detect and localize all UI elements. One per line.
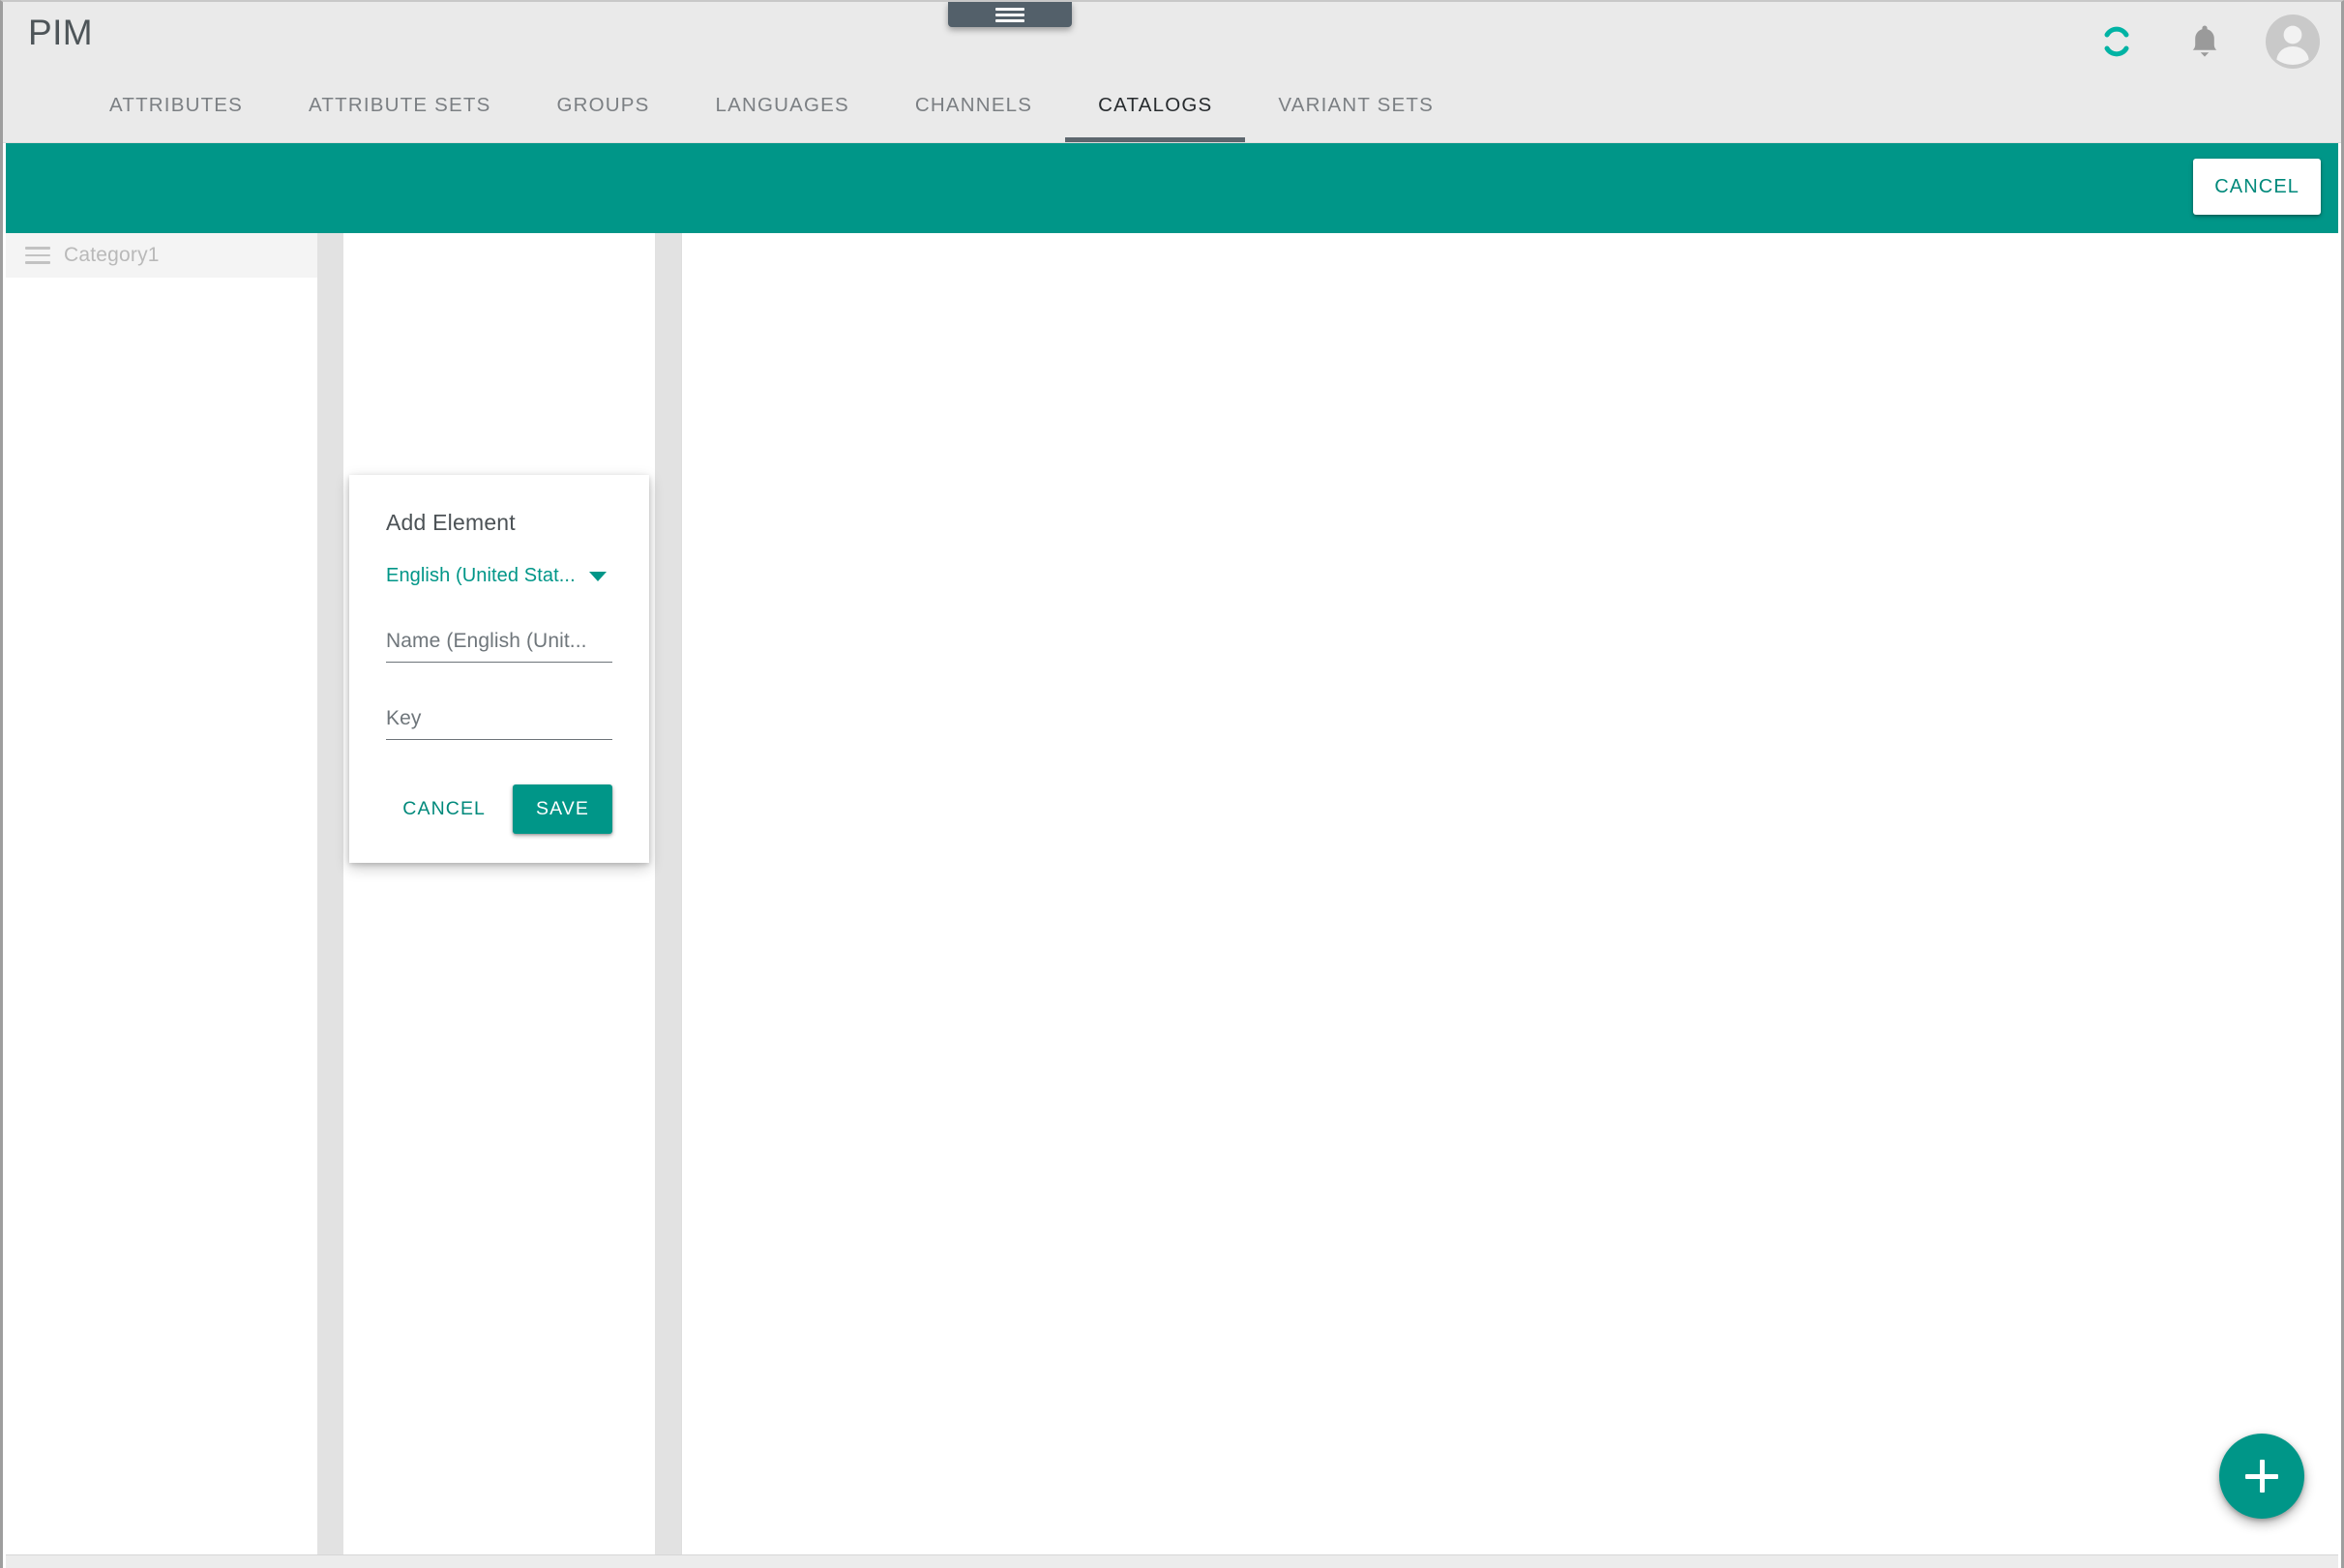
tab-label: ATTRIBUTES (109, 94, 244, 116)
detail-canvas (681, 233, 2338, 1555)
tab-catalogs[interactable]: CATALOGS (1065, 77, 1246, 142)
key-input[interactable] (386, 707, 612, 740)
plus-icon-vertical (2259, 1460, 2265, 1493)
notifications-bell-icon (2192, 25, 2217, 57)
notifications-button[interactable] (2178, 15, 2232, 69)
app-title: PIM (28, 13, 93, 52)
dialog-title: Add Element (386, 510, 516, 535)
drag-handle-icon[interactable] (25, 242, 50, 269)
user-avatar-button[interactable] (2266, 15, 2320, 69)
hamburger-handle-icon (995, 5, 1024, 25)
name-input[interactable] (386, 630, 612, 663)
tab-label: CATALOGS (1098, 94, 1213, 116)
add-catalog-fab[interactable] (2219, 1434, 2304, 1519)
name-field-wrapper (386, 630, 612, 663)
element-panel-scroll-rail[interactable] (655, 233, 681, 1555)
cancel-button[interactable]: CANCEL (2193, 159, 2321, 215)
user-avatar (2266, 15, 2320, 69)
tab-label: VARIANT SETS (1278, 94, 1434, 116)
window-drag-handle[interactable] (948, 2, 1072, 27)
tree-item-label: Category1 (64, 244, 160, 266)
add-element-dialog: Add Element English (United Stat... CANC… (349, 475, 649, 863)
sync-spinner-icon (2104, 26, 2129, 57)
tab-attribute-sets[interactable]: ATTRIBUTE SETS (276, 77, 523, 142)
tab-groups[interactable]: GROUPS (523, 77, 682, 142)
tab-label: CHANNELS (914, 94, 1033, 116)
language-select-value: English (United Stat... (386, 565, 576, 586)
action-bar: CANCEL (6, 143, 2338, 233)
dialog-cancel-button[interactable]: CANCEL (387, 784, 501, 834)
tab-label: ATTRIBUTE SETS (309, 94, 491, 116)
main-tab-bar: ATTRIBUTES ATTRIBUTE SETS GROUPS LANGUAG… (3, 77, 1467, 142)
tab-label: LANGUAGES (715, 94, 849, 116)
category-tree-panel: Category1 (6, 233, 317, 1555)
app-window: PIM ATTRIBUTES ATTRIBUTE SETS GROUPS LAN… (0, 0, 2344, 1568)
tab-attributes[interactable]: ATTRIBUTES (76, 77, 276, 142)
window-bottom-strip (6, 1554, 2338, 1568)
dialog-save-button[interactable]: SAVE (513, 784, 612, 834)
app-header: PIM ATTRIBUTES ATTRIBUTE SETS GROUPS LAN… (3, 2, 2341, 143)
header-actions (2090, 10, 2320, 74)
tab-languages[interactable]: LANGUAGES (683, 77, 882, 142)
key-field-wrapper (386, 707, 612, 740)
tab-channels[interactable]: CHANNELS (882, 77, 1065, 142)
tree-item-category1[interactable]: Category1 (6, 233, 317, 278)
chevron-down-icon (588, 571, 607, 581)
work-area: Category1 Add Element English (United St… (6, 233, 2338, 1555)
dialog-actions: CANCEL SAVE (386, 784, 612, 834)
element-panel (343, 233, 655, 1555)
sync-spinner-button[interactable] (2090, 15, 2144, 69)
tree-panel-scroll-rail[interactable] (317, 233, 343, 1555)
tab-label: GROUPS (556, 94, 650, 116)
language-select[interactable]: English (United Stat... (386, 565, 612, 587)
tab-variant-sets[interactable]: VARIANT SETS (1245, 77, 1467, 142)
